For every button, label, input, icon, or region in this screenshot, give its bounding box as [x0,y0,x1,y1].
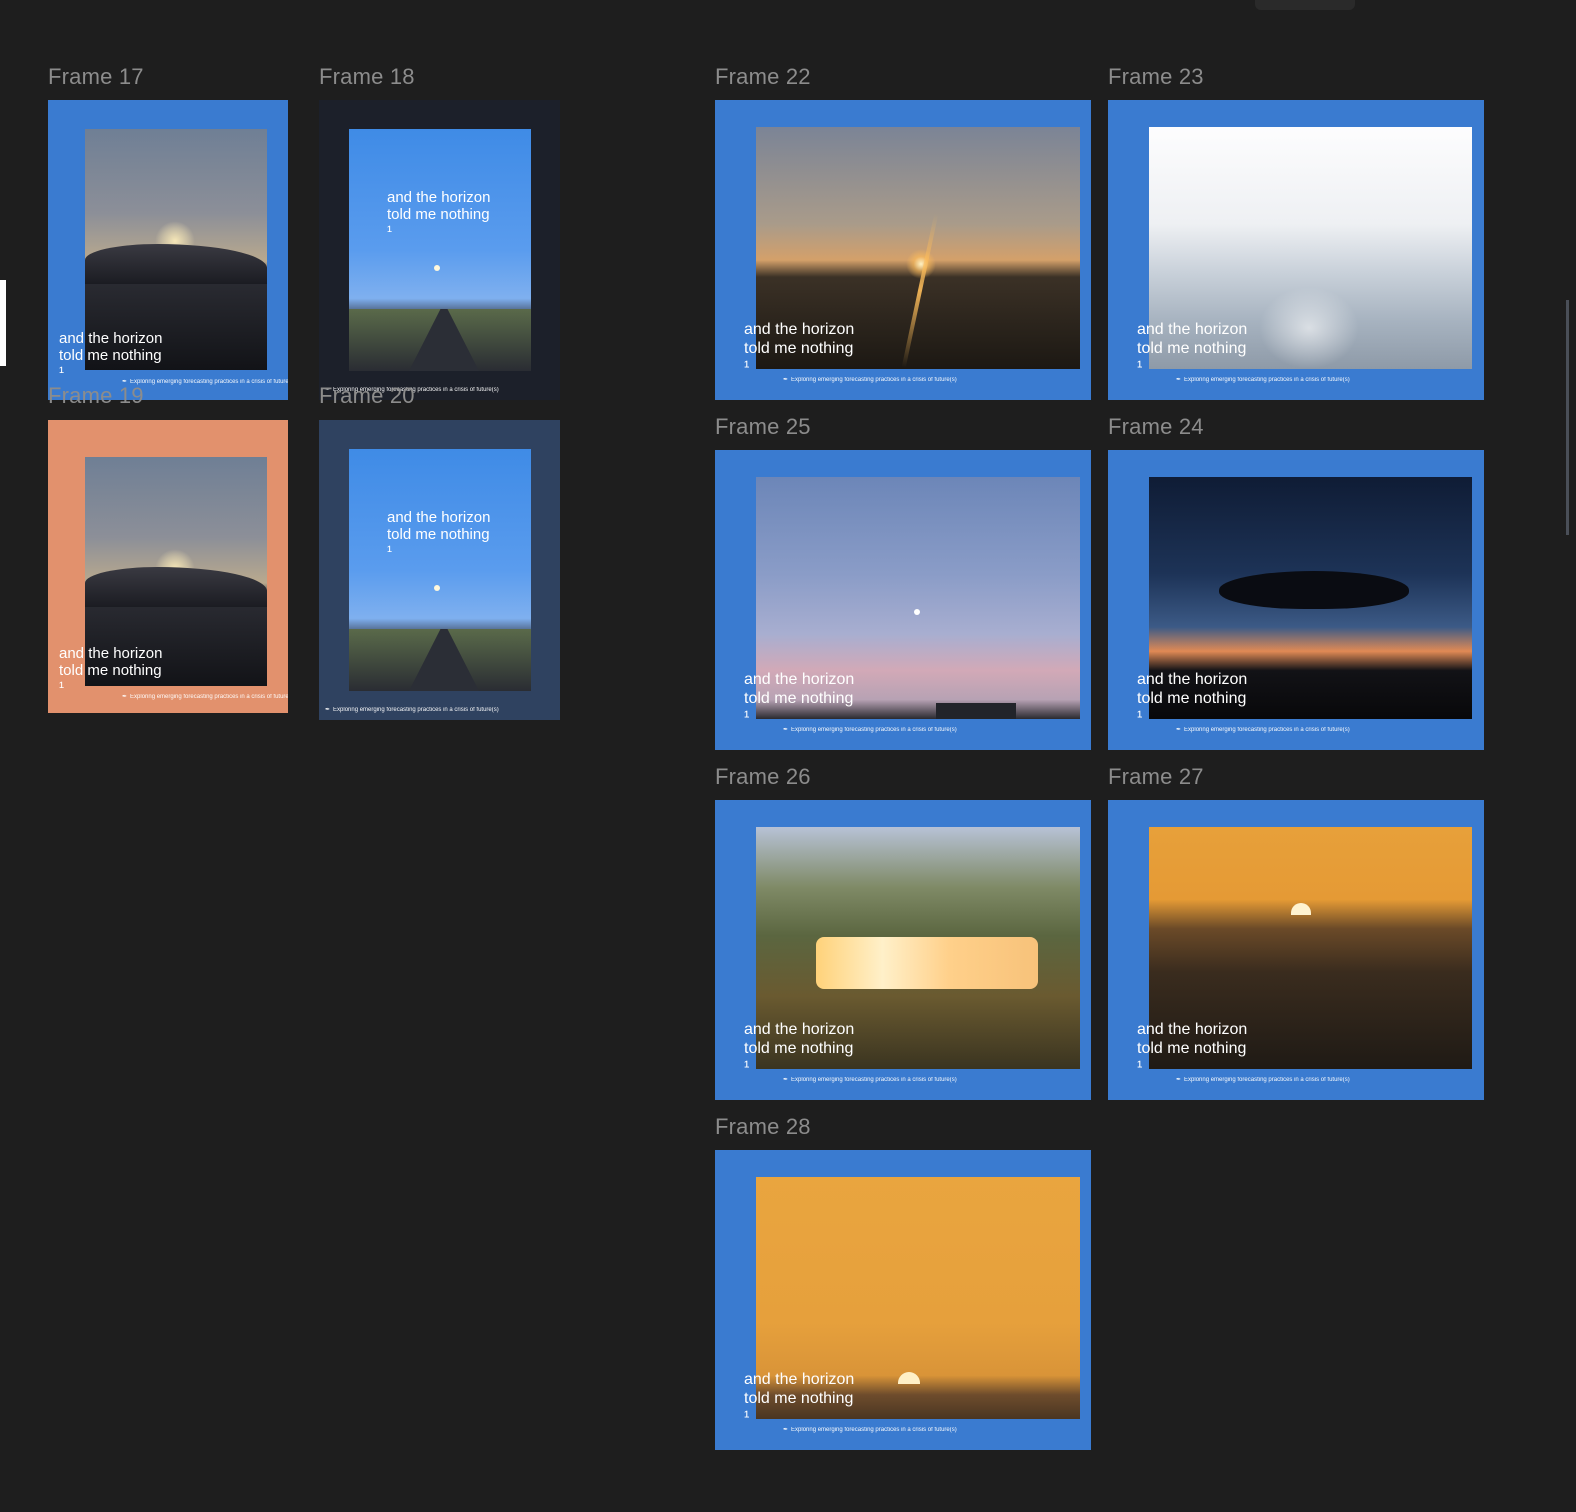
pen-icon: ✒ [122,694,128,700]
setting-sun [1291,903,1311,915]
pen-icon: ✒ [783,1427,789,1433]
frame-23-label[interactable]: Frame 23 [1108,66,1204,88]
frame-22-caption: and the horizon told me nothing ¹ [744,321,855,376]
frame-20-photo [349,449,531,691]
frame-28-footnote: ✒ Exploring emerging forecasting practice… [783,1427,957,1433]
frame-28[interactable]: and the horizon told me nothing ¹ ✒ Explor… [715,1150,1091,1450]
frame-25-caption: and the horizon told me nothing ¹ [744,671,855,726]
pen-icon: ✒ [325,707,331,713]
frame-26-label[interactable]: Frame 26 [715,766,811,788]
setting-sun [898,1372,920,1384]
moon [914,609,920,615]
canvas-top-shadow [1255,0,1355,10]
pen-icon: ✒ [783,1077,789,1083]
cloud-bank [85,244,267,284]
cloud-bank [85,567,267,607]
frame-24-caption: and the horizon told me nothing ¹ [1137,671,1248,726]
moon [434,265,440,271]
frame-20-caption: and the horizon told me nothing ¹ [387,509,491,560]
frame-24-footnote: ✒ Exploring emerging forecasting practice… [1176,727,1350,733]
frame-20[interactable]: and the horizon told me nothing ¹ ✒ Explor… [319,420,560,720]
frame-28-label[interactable]: Frame 28 [715,1116,811,1138]
frame-24-label[interactable]: Frame 24 [1108,416,1204,438]
sea-glare [1259,287,1359,369]
frame-18[interactable]: and the horizon told me nothing ¹ ✒ Explor… [319,100,560,400]
dark-cloud [1219,571,1409,609]
canvas-left-marker [0,280,6,366]
rooftops [936,703,1016,719]
frame-20-footnote: ✒ Exploring emerging forecasting practice… [325,707,499,713]
pen-icon: ✒ [783,727,789,733]
frame-22-label[interactable]: Frame 22 [715,66,811,88]
frame-19-caption: and the horizon told me nothing ¹ [59,645,163,696]
frame-17[interactable]: and the horizon told me nothing ¹ ✒ Explor… [48,100,288,400]
frame-19[interactable]: and the horizon told me nothing ¹ ✒ Explor… [48,420,288,713]
frame-27-caption: and the horizon told me nothing ¹ [1137,1021,1248,1076]
frame-18-label[interactable]: Frame 18 [319,66,415,88]
offscreen-frame-edge [1566,300,1569,535]
frame-26-caption: and the horizon told me nothing ¹ [744,1021,855,1076]
frame-17-label[interactable]: Frame 17 [48,66,144,88]
frame-22[interactable]: and the horizon told me nothing ¹ ✒ Explor… [715,100,1091,400]
frame-17-footnote: ✒ Exploring emerging forecasting practice… [122,379,288,385]
frame-27-label[interactable]: Frame 27 [1108,766,1204,788]
frame-25-footnote: ✒ Exploring emerging forecasting practice… [783,727,957,733]
frame-23[interactable]: and the horizon told me nothing ¹ ✒ Explor… [1108,100,1484,400]
frame-19-label[interactable]: Frame 19 [48,385,144,407]
frame-17-caption: and the horizon told me nothing ¹ [59,330,163,381]
pen-icon: ✒ [1176,727,1182,733]
pen-icon: ✒ [1176,377,1182,383]
pen-icon: ✒ [783,377,789,383]
lens-flare-ray [901,213,939,368]
moon [434,585,440,591]
frame-24[interactable]: and the horizon told me nothing ¹ ✒ Explor… [1108,450,1484,750]
frame-23-footnote: ✒ Exploring emerging forecasting practice… [1176,377,1350,383]
frame-19-footnote: ✒ Exploring emerging forecasting practice… [122,694,288,700]
frame-18-caption: and the horizon told me nothing ¹ [387,189,491,240]
frame-20-label[interactable]: Frame 20 [319,385,415,407]
frame-25[interactable]: and the horizon told me nothing ¹ ✒ Explor… [715,450,1091,750]
mirror-glare [816,937,1038,989]
frame-27-footnote: ✒ Exploring emerging forecasting practice… [1176,1077,1350,1083]
frame-27[interactable]: and the horizon told me nothing ¹ ✒ Explor… [1108,800,1484,1100]
frame-25-label[interactable]: Frame 25 [715,416,811,438]
frame-26[interactable]: and the horizon told me nothing ¹ ✒ Explor… [715,800,1091,1100]
pen-icon: ✒ [1176,1077,1182,1083]
frame-26-footnote: ✒ Exploring emerging forecasting practice… [783,1077,957,1083]
frame-23-caption: and the horizon told me nothing ¹ [1137,321,1248,376]
frame-18-photo [349,129,531,371]
frame-28-caption: and the horizon told me nothing ¹ [744,1371,855,1426]
frame-22-footnote: ✒ Exploring emerging forecasting practice… [783,377,957,383]
